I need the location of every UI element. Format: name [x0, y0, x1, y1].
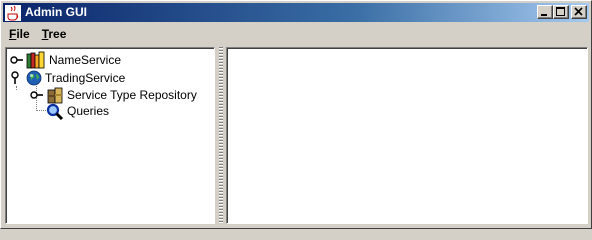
tree-node-label: Queries [67, 104, 110, 118]
menu-file[interactable]: File [3, 24, 36, 44]
maximize-icon [556, 7, 565, 16]
maximize-button[interactable] [553, 5, 569, 19]
minimize-icon [541, 14, 547, 16]
magnifier-icon [46, 103, 64, 120]
boxes-icon [47, 87, 63, 103]
books-icon [26, 51, 45, 69]
globe-icon [26, 70, 42, 86]
java-coffee-icon [5, 4, 21, 21]
divider-grip[interactable] [219, 47, 223, 224]
window-title: Admin GUI [25, 5, 87, 19]
menu-bar: File Tree [3, 24, 589, 44]
expand-key-icon[interactable] [10, 55, 24, 65]
tree-pane[interactable]: NameService TradingService Service Type … [5, 47, 215, 224]
minimize-button[interactable] [537, 5, 553, 19]
tree-node-label: TradingService [45, 71, 126, 85]
detail-pane[interactable] [226, 47, 588, 224]
menu-tree[interactable]: Tree [36, 24, 73, 44]
tree-node-tradingservice[interactable]: TradingService [10, 69, 125, 87]
title-bar[interactable]: Admin GUI [3, 3, 589, 22]
tree-connector [36, 110, 46, 111]
split-pane-divider[interactable] [217, 47, 225, 224]
collapse-key-icon[interactable] [10, 71, 20, 85]
tree-node-nameservice[interactable]: NameService [10, 51, 121, 69]
tree-node-queries[interactable]: Queries [46, 102, 109, 120]
expand-key-icon[interactable] [30, 90, 44, 100]
admin-gui-window: Admin GUI File Tree NameService TradingS… [0, 0, 592, 229]
close-icon [574, 7, 583, 16]
window-controls [537, 5, 587, 19]
tree-node-label: Service Type Repository [67, 88, 197, 102]
close-button[interactable] [571, 5, 587, 19]
tree-node-label: NameService [49, 53, 122, 67]
